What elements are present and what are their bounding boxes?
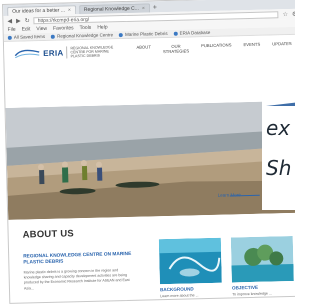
nav-strategies[interactable]: OUR STRATEGIES [163, 44, 189, 55]
close-icon[interactable]: × [142, 6, 145, 12]
menu-item-favorites[interactable]: Favorites [53, 25, 74, 32]
bookmark-icon [51, 34, 56, 39]
favorite-item[interactable]: ERIA Database [173, 29, 211, 36]
logo-subtitle: REGIONAL KNOWLEDGE CENTRE FOR MARINE PLA… [66, 45, 121, 59]
objective-card-title[interactable]: OBJECTIVE [232, 285, 258, 291]
star-icon[interactable]: ☆ [282, 11, 288, 18]
back-icon[interactable]: ◀ [7, 17, 12, 24]
new-tab-button[interactable]: + [153, 3, 157, 12]
favorite-item[interactable]: Marine Plastic Debris [119, 31, 168, 37]
close-icon[interactable]: × [68, 7, 71, 13]
objective-card-image[interactable] [230, 235, 294, 283]
background-card-title[interactable]: BACKGROUND [160, 286, 194, 292]
bookmark-icon [119, 32, 124, 37]
about-title: ABOUT US [22, 228, 74, 241]
background-card-desc: Learn more about the ... [160, 293, 199, 299]
favorite-label: Regional Knowledge Centre [57, 32, 114, 39]
menu-item-help[interactable]: Help [97, 24, 107, 30]
eria-logo-icon [14, 49, 40, 59]
objective-card-desc: To improve knowledge ... [232, 291, 272, 297]
about-subtitle: REGIONAL KNOWLEDGE CENTRE ON MARINE PLAS… [23, 251, 132, 266]
tab-label: Regional Knowledge C... [83, 5, 140, 13]
tree-island-image [230, 235, 294, 283]
overlay-text-line1: ex [266, 116, 291, 140]
favorite-item[interactable]: All Saved Items [7, 33, 46, 40]
menu-item-tools[interactable]: Tools [80, 25, 92, 31]
tab-active[interactable]: Our ideas for a better ... × [7, 5, 77, 16]
tab-inactive[interactable]: Regional Knowledge C... × [78, 3, 150, 15]
nav-events[interactable]: EVENTS [243, 42, 260, 53]
browser-window: Our ideas for a better ... × Regional Kno… [2, 0, 295, 304]
gear-icon[interactable]: ⚙ [292, 10, 295, 17]
bookmark-icon [7, 35, 12, 40]
nav-about[interactable]: ABOUT [136, 45, 151, 56]
hero-banner: Learn More [5, 100, 295, 220]
arrow-icon [266, 102, 295, 106]
overlay-text-line2: Sh [266, 156, 292, 180]
nav-updates[interactable]: UPDATES [272, 41, 292, 52]
forward-icon[interactable]: ▶ [16, 17, 21, 24]
logo-text: ERIA [43, 48, 64, 58]
about-body: Marine plastic debris is a growing conce… [23, 268, 130, 291]
site-logo[interactable]: ERIA REGIONAL KNOWLEDGE CENTRE FOR MARIN… [14, 45, 121, 60]
favorite-item[interactable]: Regional Knowledge Centre [51, 32, 113, 39]
menu-item-file[interactable]: File [8, 27, 16, 33]
bookmark-icon [173, 31, 178, 36]
favorite-label: All Saved Items [13, 33, 46, 40]
tab-label: Our ideas for a better ... [12, 7, 66, 15]
background-card-image[interactable] [158, 237, 222, 285]
favorite-label: Marine Plastic Debris [125, 30, 168, 38]
refresh-icon[interactable]: ↻ [25, 17, 30, 24]
nav-publications[interactable]: PUBLICATIONS [201, 43, 232, 54]
menu-item-edit[interactable]: Edit [22, 26, 31, 32]
beach-cleanup-photo [5, 100, 295, 220]
menu-item-view[interactable]: View [36, 26, 47, 32]
favorite-label: ERIA Database [179, 29, 211, 36]
ocean-plastic-image [158, 237, 222, 285]
screenshot-stage: Our ideas for a better ... × Regional Kno… [0, 0, 295, 305]
site-nav: ABOUT OUR STRATEGIES PUBLICATIONS EVENTS… [136, 41, 292, 56]
